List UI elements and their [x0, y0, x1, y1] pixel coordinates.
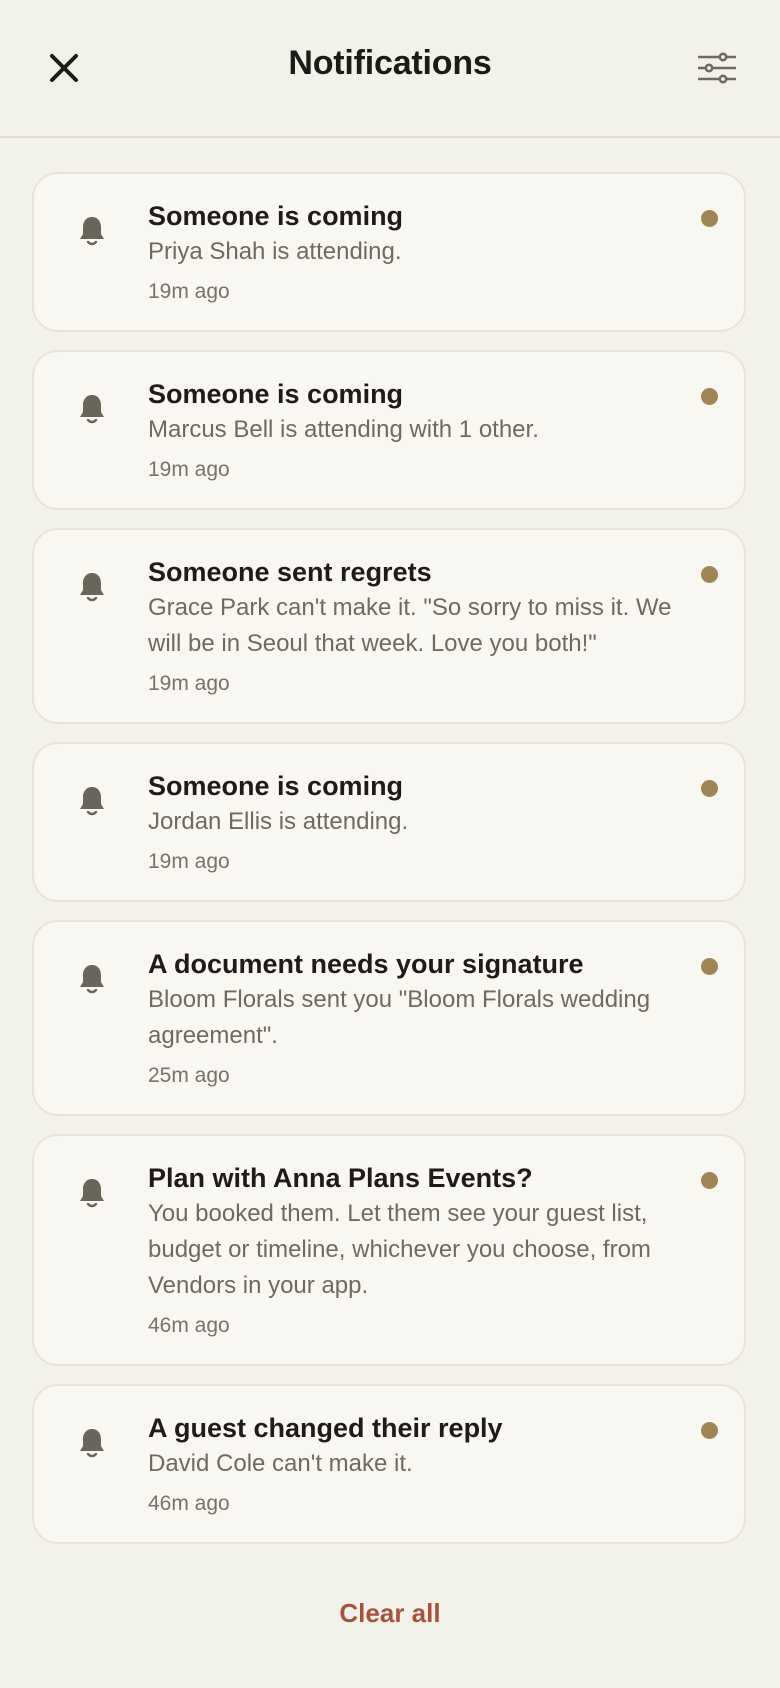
- bell-icon: [80, 1429, 104, 1458]
- bell-icon: [80, 965, 104, 994]
- header: Notifications: [0, 0, 780, 138]
- bell-icon: [80, 573, 104, 602]
- notification-title: Someone sent regrets: [148, 557, 432, 587]
- notification-card[interactable]: Someone is coming Jordan Ellis is attend…: [32, 742, 746, 902]
- notification-time: 46m ago: [148, 1314, 230, 1337]
- filter-button[interactable]: [694, 46, 740, 90]
- bell-icon: [80, 395, 104, 424]
- unread-dot: [701, 958, 718, 975]
- notification-time: 19m ago: [148, 850, 230, 873]
- notification-body: Marcus Bell is attending with 1 other.: [148, 416, 539, 443]
- notification-time: 46m ago: [148, 1492, 230, 1515]
- notification-card[interactable]: Someone is coming Priya Shah is attendin…: [32, 172, 746, 332]
- notification-title: Someone is coming: [148, 379, 404, 409]
- clear-all-button[interactable]: Clear all: [0, 1598, 780, 1629]
- bell-icon: [80, 787, 104, 816]
- notification-time: 19m ago: [148, 672, 230, 695]
- unread-dot: [701, 566, 718, 583]
- notification-card[interactable]: Someone is coming Marcus Bell is attendi…: [32, 350, 746, 510]
- sliders-icon: [698, 52, 736, 84]
- notification-time: 19m ago: [148, 458, 230, 481]
- page-title: Notifications: [288, 44, 492, 82]
- unread-dot: [701, 210, 718, 227]
- notification-title: Someone is coming: [148, 201, 404, 231]
- notification-card[interactable]: Someone sent regrets Grace Park can't ma…: [32, 528, 746, 724]
- bell-icon: [80, 1179, 104, 1208]
- notification-time: 25m ago: [148, 1064, 230, 1087]
- unread-dot: [701, 388, 718, 405]
- notification-time: 19m ago: [148, 280, 230, 303]
- unread-dot: [701, 1422, 718, 1439]
- unread-dot: [701, 1172, 718, 1189]
- unread-dot: [701, 780, 718, 797]
- notification-card[interactable]: Plan with Anna Plans Events? You booked …: [32, 1134, 746, 1366]
- notification-card[interactable]: A guest changed their reply David Cole c…: [32, 1384, 746, 1544]
- notification-body: Priya Shah is attending.: [148, 238, 402, 265]
- notification-title: A document needs your signature: [148, 949, 584, 979]
- notification-body: David Cole can't make it.: [148, 1450, 413, 1477]
- bell-icon: [80, 217, 104, 246]
- notification-body: You booked them. Let them see your guest…: [148, 1200, 651, 1299]
- notification-body: Grace Park can't make it. "So sorry to m…: [148, 594, 672, 657]
- notification-title: Someone is coming: [148, 771, 404, 801]
- notification-title: Plan with Anna Plans Events?: [148, 1163, 533, 1193]
- notification-card[interactable]: A document needs your signature Bloom Fl…: [32, 920, 746, 1116]
- notification-body: Jordan Ellis is attending.: [148, 808, 409, 835]
- notification-title: A guest changed their reply: [148, 1413, 503, 1443]
- notification-body: Bloom Florals sent you "Bloom Florals we…: [148, 986, 651, 1049]
